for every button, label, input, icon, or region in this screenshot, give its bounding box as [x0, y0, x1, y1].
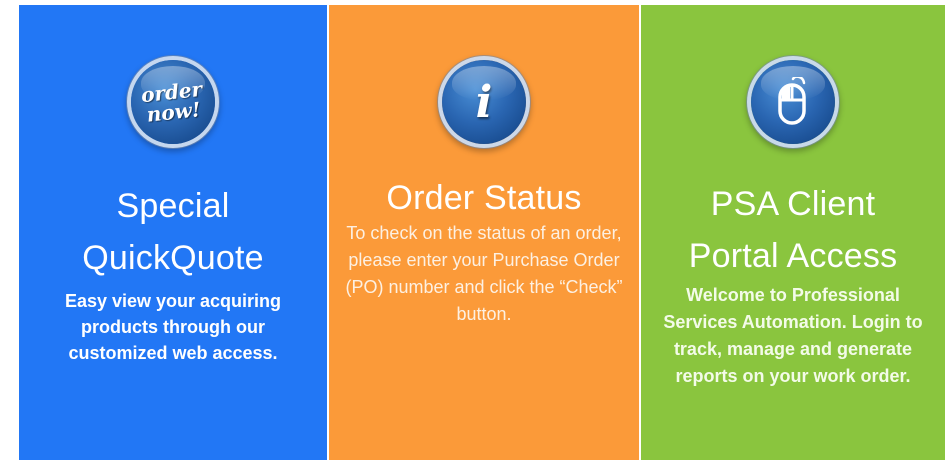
service-panels: order now! Special QuickQuote Easy view … [0, 0, 945, 463]
mouse-icon-glyph [778, 77, 806, 125]
info-icon[interactable]: i [442, 60, 526, 144]
psa-client-portal-description: Welcome to Professional Services Automat… [663, 285, 923, 386]
title-line: Special [116, 187, 230, 225]
special-quickquote-description: Easy view your acquiring products throug… [64, 291, 282, 363]
title-line: PSA Client [710, 185, 876, 223]
special-quickquote-title[interactable]: Special QuickQuote [82, 180, 264, 284]
mouse-icon[interactable] [751, 60, 835, 144]
order-now-badge-icon[interactable]: order now! [131, 60, 215, 144]
order-status-title[interactable]: Order Status [386, 178, 581, 218]
info-icon-glyph: i [475, 76, 493, 128]
order-status-description: To check on the status of an order, plea… [345, 223, 623, 324]
title-line: Order Status [386, 179, 582, 217]
order-now-text-line2: now! [145, 97, 203, 127]
special-quickquote-panel[interactable]: order now! Special QuickQuote Easy view … [19, 5, 327, 460]
title-line: Portal Access [688, 237, 898, 275]
psa-client-portal-panel[interactable]: PSA Client Portal Access Welcome to Prof… [641, 5, 945, 460]
title-line: QuickQuote [82, 239, 264, 277]
order-status-panel[interactable]: i Order Status To check on the status of… [329, 5, 639, 460]
psa-client-portal-title[interactable]: PSA Client Portal Access [689, 178, 898, 282]
